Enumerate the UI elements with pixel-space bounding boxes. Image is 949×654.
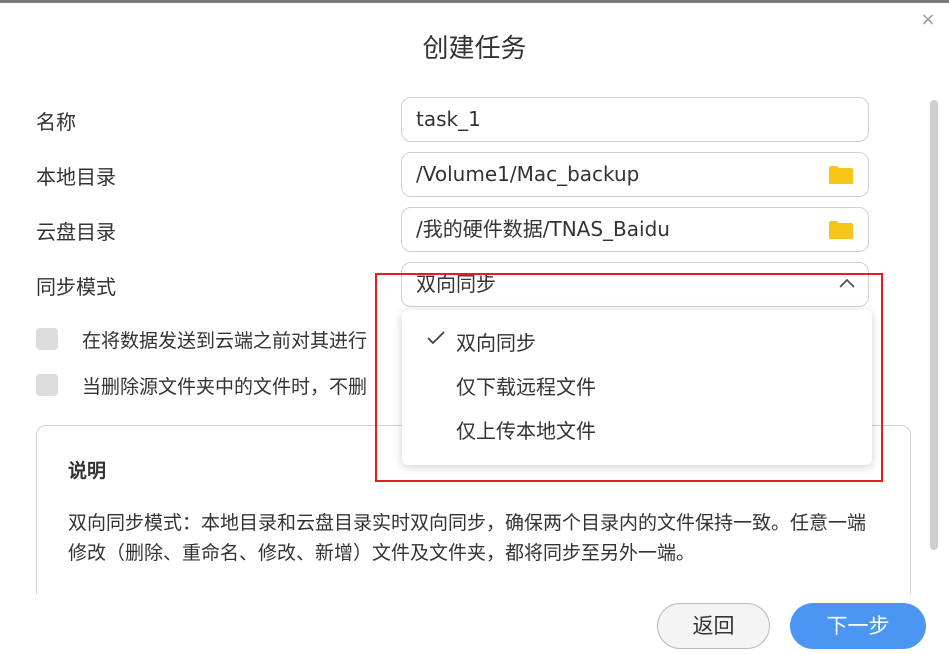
- close-icon[interactable]: ×: [918, 10, 938, 30]
- name-value: task_1: [416, 107, 481, 131]
- cloud-dir-field[interactable]: /我的硬件数据/TNAS_Baidu: [401, 207, 869, 252]
- dropdown-item-bidirectional[interactable]: 双向同步: [456, 327, 536, 356]
- name-label: 名称: [36, 110, 76, 134]
- scrollbar[interactable]: [930, 100, 938, 550]
- local-dir-value: /Volume1/Mac_backup: [416, 162, 640, 186]
- description-text: 双向同步模式：本地目录和云盘目录实时双向同步，确保两个目录内的文件保持一致。任意…: [68, 512, 867, 564]
- keep-deleted-option-label: 当删除源文件夹中的文件时，不删: [82, 376, 368, 398]
- chevron-up-icon: [839, 278, 855, 288]
- sync-mode-value: 双向同步: [416, 272, 496, 296]
- dropdown-item-download-only[interactable]: 仅下载远程文件: [456, 371, 596, 400]
- cloud-dir-value: /我的硬件数据/TNAS_Baidu: [416, 217, 670, 241]
- sync-mode-dropdown: 双向同步 仅下载远程文件 仅上传本地文件: [402, 310, 872, 465]
- cloud-dir-label: 云盘目录: [36, 220, 116, 244]
- sync-mode-label: 同步模式: [36, 275, 116, 299]
- back-button[interactable]: 返回: [657, 603, 770, 649]
- dropdown-item-upload-only[interactable]: 仅上传本地文件: [456, 415, 596, 444]
- local-dir-field[interactable]: /Volume1/Mac_backup: [401, 152, 869, 197]
- description-title: 说明: [68, 460, 107, 482]
- folder-icon[interactable]: [828, 165, 854, 185]
- folder-icon[interactable]: [828, 220, 854, 240]
- encrypt-option-label: 在将数据发送到云端之前对其进行: [82, 330, 368, 352]
- next-button[interactable]: 下一步: [790, 603, 926, 649]
- window-top-border: [0, 0, 949, 3]
- keep-deleted-checkbox[interactable]: [36, 374, 58, 396]
- encrypt-checkbox[interactable]: [36, 328, 58, 350]
- dialog-title: 创建任务: [422, 34, 527, 64]
- local-dir-label: 本地目录: [36, 165, 116, 189]
- check-icon: [427, 331, 445, 345]
- name-field[interactable]: task_1: [401, 97, 869, 142]
- sync-mode-select[interactable]: 双向同步: [401, 262, 869, 307]
